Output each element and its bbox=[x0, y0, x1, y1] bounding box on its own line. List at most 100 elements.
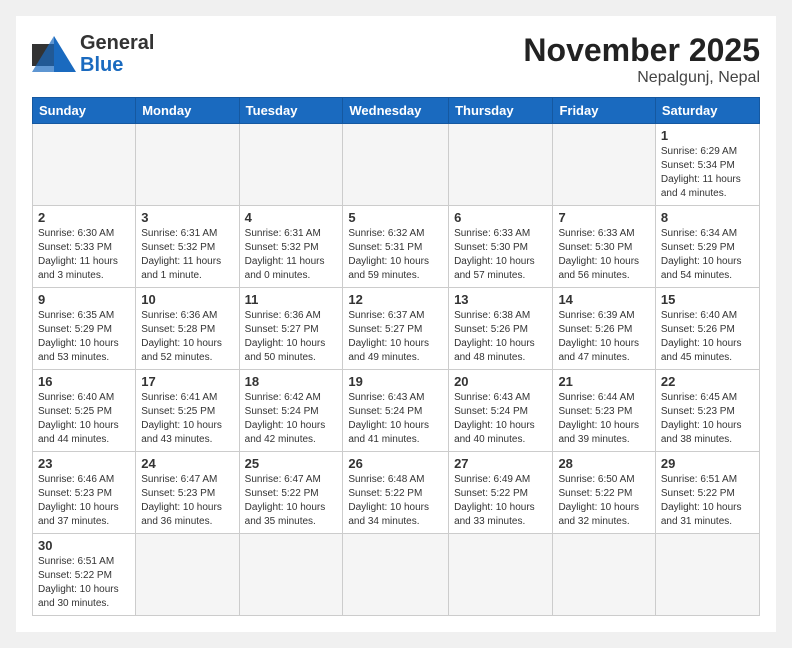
calendar-cell: 1 Sunrise: 6:29 AMSunset: 5:34 PMDaylight… bbox=[655, 124, 759, 206]
calendar-cell: 25 Sunrise: 6:47 AMSunset: 5:22 PMDayligh… bbox=[239, 452, 343, 534]
calendar-cell bbox=[239, 534, 343, 616]
header: General Blue November 2025 Nepalgunj, Ne… bbox=[32, 32, 760, 87]
day-info: Sunrise: 6:35 AMSunset: 5:29 PMDaylight:… bbox=[38, 309, 130, 365]
calendar-cell bbox=[136, 534, 239, 616]
day-number: 17 bbox=[141, 374, 233, 389]
calendar-cell: 19 Sunrise: 6:43 AMSunset: 5:24 PMDayligh… bbox=[343, 370, 449, 452]
calendar-cell: 21 Sunrise: 6:44 AMSunset: 5:23 PMDayligh… bbox=[553, 370, 655, 452]
day-info: Sunrise: 6:32 AMSunset: 5:31 PMDaylight:… bbox=[348, 227, 443, 283]
calendar-cell: 9 Sunrise: 6:35 AMSunset: 5:29 PMDaylight… bbox=[33, 288, 136, 370]
calendar-cell bbox=[33, 124, 136, 206]
calendar-week-4: 23Sunrise: 6:46 AMSunset: 5:23 PMDayligh… bbox=[33, 452, 760, 534]
day-info: Sunrise: 6:38 AMSunset: 5:26 PMDaylight:… bbox=[454, 309, 547, 365]
col-sunday: Sunday bbox=[33, 98, 136, 124]
page-subtitle: Nepalgunj, Nepal bbox=[523, 69, 760, 87]
day-number: 26 bbox=[348, 456, 443, 471]
day-number: 19 bbox=[348, 374, 443, 389]
col-thursday: Thursday bbox=[449, 98, 553, 124]
day-number: 18 bbox=[245, 374, 338, 389]
day-info: Sunrise: 6:37 AMSunset: 5:27 PMDaylight:… bbox=[348, 309, 443, 365]
day-number: 20 bbox=[454, 374, 547, 389]
day-info: Sunrise: 6:36 AMSunset: 5:28 PMDaylight:… bbox=[141, 309, 233, 365]
day-info: Sunrise: 6:31 AMSunset: 5:32 PMDaylight:… bbox=[245, 227, 338, 283]
calendar-cell: 28 Sunrise: 6:50 AMSunset: 5:22 PMDayligh… bbox=[553, 452, 655, 534]
calendar-cell: 26 Sunrise: 6:48 AMSunset: 5:22 PMDayligh… bbox=[343, 452, 449, 534]
calendar-cell: 6Sunrise: 6:33 AMSunset: 5:30 PMDaylight… bbox=[449, 206, 553, 288]
calendar-cell: 12 Sunrise: 6:37 AMSunset: 5:27 PMDayligh… bbox=[343, 288, 449, 370]
day-number: 28 bbox=[558, 456, 649, 471]
logo-text: General bbox=[80, 32, 154, 54]
calendar-header-row: Sunday Monday Tuesday Wednesday Thursday… bbox=[33, 98, 760, 124]
col-tuesday: Tuesday bbox=[239, 98, 343, 124]
day-number: 9 bbox=[38, 292, 130, 307]
day-number: 15 bbox=[661, 292, 754, 307]
day-info: Sunrise: 6:42 AMSunset: 5:24 PMDaylight:… bbox=[245, 391, 338, 447]
day-info: Sunrise: 6:47 AMSunset: 5:22 PMDaylight:… bbox=[245, 473, 338, 529]
day-number: 14 bbox=[558, 292, 649, 307]
calendar-cell bbox=[553, 124, 655, 206]
day-info: Sunrise: 6:39 AMSunset: 5:26 PMDaylight:… bbox=[558, 309, 649, 365]
day-number: 30 bbox=[38, 538, 130, 553]
day-info: Sunrise: 6:41 AMSunset: 5:25 PMDaylight:… bbox=[141, 391, 233, 447]
day-number: 27 bbox=[454, 456, 547, 471]
day-number: 5 bbox=[348, 210, 443, 225]
col-friday: Friday bbox=[553, 98, 655, 124]
day-info: Sunrise: 6:49 AMSunset: 5:22 PMDaylight:… bbox=[454, 473, 547, 529]
day-info: Sunrise: 6:47 AMSunset: 5:23 PMDaylight:… bbox=[141, 473, 233, 529]
day-number: 10 bbox=[141, 292, 233, 307]
day-number: 8 bbox=[661, 210, 754, 225]
day-info: Sunrise: 6:31 AMSunset: 5:32 PMDaylight:… bbox=[141, 227, 233, 283]
day-info: Sunrise: 6:34 AMSunset: 5:29 PMDaylight:… bbox=[661, 227, 754, 283]
day-number: 12 bbox=[348, 292, 443, 307]
calendar-cell: 3 Sunrise: 6:31 AMSunset: 5:32 PMDaylight… bbox=[136, 206, 239, 288]
day-number: 11 bbox=[245, 292, 338, 307]
calendar-cell: 4 Sunrise: 6:31 AMSunset: 5:32 PMDaylight… bbox=[239, 206, 343, 288]
day-info: Sunrise: 6:45 AMSunset: 5:23 PMDaylight:… bbox=[661, 391, 754, 447]
calendar-cell: 30Sunrise: 6:51 AMSunset: 5:22 PMDayligh… bbox=[33, 534, 136, 616]
day-number: 22 bbox=[661, 374, 754, 389]
calendar-cell: 11 Sunrise: 6:36 AMSunset: 5:27 PMDayligh… bbox=[239, 288, 343, 370]
col-wednesday: Wednesday bbox=[343, 98, 449, 124]
calendar-cell: 20 Sunrise: 6:43 AMSunset: 5:24 PMDayligh… bbox=[449, 370, 553, 452]
calendar-week-1: 2 Sunrise: 6:30 AMSunset: 5:33 PMDaylight… bbox=[33, 206, 760, 288]
day-number: 7 bbox=[558, 210, 649, 225]
day-info: Sunrise: 6:44 AMSunset: 5:23 PMDaylight:… bbox=[558, 391, 649, 447]
day-info: Sunrise: 6:29 AMSunset: 5:34 PMDaylight:… bbox=[661, 145, 754, 201]
day-number: 2 bbox=[38, 210, 130, 225]
calendar-cell bbox=[343, 124, 449, 206]
day-number: 6 bbox=[454, 210, 547, 225]
calendar-cell bbox=[655, 534, 759, 616]
logo: General Blue bbox=[32, 32, 154, 76]
day-number: 3 bbox=[141, 210, 233, 225]
calendar-cell: 13Sunrise: 6:38 AMSunset: 5:26 PMDayligh… bbox=[449, 288, 553, 370]
day-number: 29 bbox=[661, 456, 754, 471]
day-number: 16 bbox=[38, 374, 130, 389]
calendar-cell: 7 Sunrise: 6:33 AMSunset: 5:30 PMDaylight… bbox=[553, 206, 655, 288]
day-info: Sunrise: 6:33 AMSunset: 5:30 PMDaylight:… bbox=[558, 227, 649, 283]
day-info: Sunrise: 6:30 AMSunset: 5:33 PMDaylight:… bbox=[38, 227, 130, 283]
calendar-week-2: 9 Sunrise: 6:35 AMSunset: 5:29 PMDaylight… bbox=[33, 288, 760, 370]
calendar-cell: 14 Sunrise: 6:39 AMSunset: 5:26 PMDayligh… bbox=[553, 288, 655, 370]
calendar-table: Sunday Monday Tuesday Wednesday Thursday… bbox=[32, 97, 760, 616]
calendar-cell: 23Sunrise: 6:46 AMSunset: 5:23 PMDayligh… bbox=[33, 452, 136, 534]
day-info: Sunrise: 6:36 AMSunset: 5:27 PMDaylight:… bbox=[245, 309, 338, 365]
calendar-cell bbox=[449, 124, 553, 206]
calendar-cell: 27 Sunrise: 6:49 AMSunset: 5:22 PMDayligh… bbox=[449, 452, 553, 534]
calendar-cell: 24Sunrise: 6:47 AMSunset: 5:23 PMDayligh… bbox=[136, 452, 239, 534]
day-number: 25 bbox=[245, 456, 338, 471]
calendar-cell: 10 Sunrise: 6:36 AMSunset: 5:28 PMDayligh… bbox=[136, 288, 239, 370]
calendar-week-3: 16 Sunrise: 6:40 AMSunset: 5:25 PMDayligh… bbox=[33, 370, 760, 452]
day-number: 1 bbox=[661, 128, 754, 143]
day-info: Sunrise: 6:46 AMSunset: 5:23 PMDaylight:… bbox=[38, 473, 130, 529]
calendar-cell: 2 Sunrise: 6:30 AMSunset: 5:33 PMDaylight… bbox=[33, 206, 136, 288]
day-info: Sunrise: 6:43 AMSunset: 5:24 PMDaylight:… bbox=[454, 391, 547, 447]
calendar-cell: 8 Sunrise: 6:34 AMSunset: 5:29 PMDaylight… bbox=[655, 206, 759, 288]
day-info: Sunrise: 6:48 AMSunset: 5:22 PMDaylight:… bbox=[348, 473, 443, 529]
calendar-cell bbox=[553, 534, 655, 616]
day-number: 21 bbox=[558, 374, 649, 389]
day-number: 4 bbox=[245, 210, 338, 225]
page: General Blue November 2025 Nepalgunj, Ne… bbox=[16, 16, 776, 632]
day-info: Sunrise: 6:43 AMSunset: 5:24 PMDaylight:… bbox=[348, 391, 443, 447]
day-info: Sunrise: 6:40 AMSunset: 5:25 PMDaylight:… bbox=[38, 391, 130, 447]
day-info: Sunrise: 6:50 AMSunset: 5:22 PMDaylight:… bbox=[558, 473, 649, 529]
